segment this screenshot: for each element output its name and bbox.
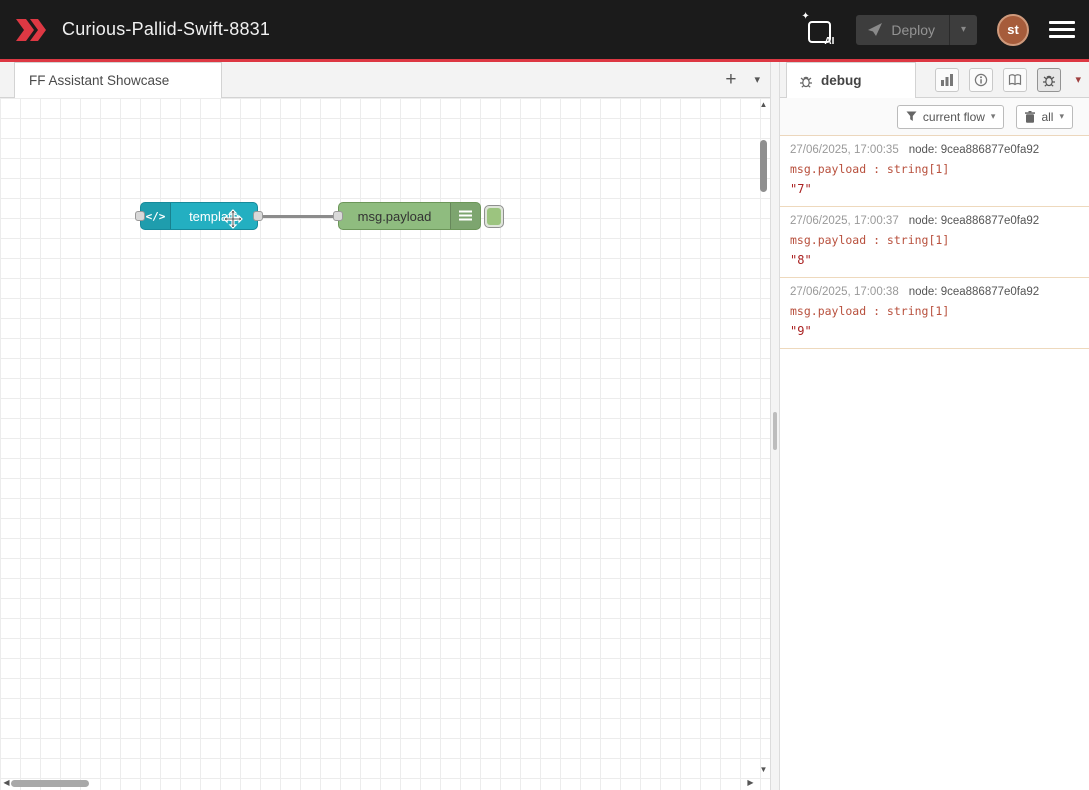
deploy-options-chevron[interactable]: ▾: [949, 15, 977, 45]
sidebar-tab-debug-icon[interactable]: [1037, 68, 1061, 92]
sidebar-tabbar: debug: [780, 62, 1089, 98]
debug-message[interactable]: 27/06/2025, 17:00:35 node: 9cea886877e0f…: [780, 136, 1089, 207]
message-timestamp: 27/06/2025, 17:00:37: [790, 215, 899, 227]
debug-message[interactable]: 27/06/2025, 17:00:37 node: 9cea886877e0f…: [780, 207, 1089, 278]
deploy-label: Deploy: [891, 22, 935, 38]
sidebar-resize-handle[interactable]: [770, 62, 780, 790]
sidebar: debug: [780, 62, 1089, 790]
deploy-icon: [868, 23, 883, 36]
message-node-id: node: 9cea886877e0fa92: [909, 286, 1039, 298]
sidebar-tab-debug[interactable]: debug: [786, 62, 916, 98]
add-flow-button[interactable]: +: [725, 70, 736, 89]
debug-list-icon: [450, 203, 480, 229]
bug-icon: [799, 74, 813, 88]
message-value: "7": [790, 182, 1079, 196]
main-menu-button[interactable]: [1049, 21, 1075, 38]
message-path[interactable]: msg.payload : string[1]: [790, 162, 1079, 176]
debug-message-list: 27/06/2025, 17:00:35 node: 9cea886877e0f…: [780, 136, 1089, 790]
template-output-port[interactable]: [253, 211, 263, 221]
scroll-right-arrow[interactable]: ▶: [744, 776, 757, 790]
instance-title: Curious-Pallid-Swift-8831: [62, 19, 270, 40]
message-value: "8": [790, 253, 1079, 267]
ai-assistant-button[interactable]: ✦ AI: [802, 13, 836, 47]
node-debug-label: msg.payload: [339, 203, 450, 229]
flow-canvas[interactable]: </> template msg.payload: [0, 98, 770, 790]
debug-input-port[interactable]: [333, 211, 343, 221]
header-actions: ✦ AI Deploy ▾ st: [802, 13, 1075, 47]
debug-toolbar: current flow ▾ all ▾: [780, 98, 1089, 136]
node-debug[interactable]: msg.payload: [338, 202, 481, 230]
info-icon: [974, 73, 988, 87]
resize-grip[interactable]: [773, 412, 777, 450]
workspace-tabbar: FF Assistant Showcase + ▾: [0, 62, 770, 98]
template-input-port[interactable]: [135, 211, 145, 221]
canvas-vertical-scrollbar[interactable]: ▲ ▼: [757, 98, 770, 776]
vertical-scroll-thumb[interactable]: [760, 140, 767, 192]
chevron-down-icon: ▾: [1059, 111, 1064, 122]
message-node-id: node: 9cea886877e0fa92: [909, 215, 1039, 227]
book-icon: [1008, 73, 1022, 87]
app-header: Curious-Pallid-Swift-8831 ✦ AI Deploy ▾ …: [0, 0, 1089, 59]
sidebar-tab-info[interactable]: [969, 68, 993, 92]
user-avatar[interactable]: st: [997, 14, 1029, 46]
message-node-id: node: 9cea886877e0fa92: [909, 144, 1039, 156]
bar-chart-icon: [940, 73, 954, 87]
sparkle-icon: ✦: [801, 11, 809, 22]
sidebar-tab-help[interactable]: [1003, 68, 1027, 92]
message-path[interactable]: msg.payload : string[1]: [790, 304, 1079, 318]
workspace: FF Assistant Showcase + ▾ </> template m…: [0, 62, 770, 790]
trash-icon: [1025, 111, 1035, 123]
move-cursor-icon: [223, 209, 243, 234]
wire-template-to-debug[interactable]: [262, 215, 340, 218]
scroll-down-arrow[interactable]: ▼: [757, 763, 770, 776]
message-timestamp: 27/06/2025, 17:00:35: [790, 144, 899, 156]
debug-enable-toggle[interactable]: [484, 205, 504, 228]
chevron-down-icon: ▾: [991, 111, 996, 122]
deploy-button[interactable]: Deploy ▾: [856, 15, 977, 45]
sidebar-tab-dashboard[interactable]: [935, 68, 959, 92]
workspace-tab-ff-assistant-showcase[interactable]: FF Assistant Showcase: [14, 62, 222, 98]
message-path[interactable]: msg.payload : string[1]: [790, 233, 1079, 247]
code-icon: </>: [141, 203, 171, 229]
debug-message[interactable]: 27/06/2025, 17:00:38 node: 9cea886877e0f…: [780, 278, 1089, 349]
flowfuse-logo-icon[interactable]: [14, 16, 50, 44]
debug-clear-button[interactable]: all ▾: [1016, 105, 1073, 129]
bug-icon: [1042, 73, 1056, 87]
message-value: "9": [790, 324, 1079, 338]
horizontal-scroll-thumb[interactable]: [11, 780, 89, 787]
node-template-label: template: [171, 203, 257, 229]
sidebar-tab-debug-label: debug: [821, 73, 862, 88]
debug-filter-button[interactable]: current flow ▾: [897, 105, 1005, 129]
flow-list-chevron[interactable]: ▾: [754, 73, 760, 86]
scroll-up-arrow[interactable]: ▲: [757, 98, 770, 111]
sidebar-menu-chevron[interactable]: ▾: [1075, 73, 1081, 86]
message-timestamp: 27/06/2025, 17:00:38: [790, 286, 899, 298]
canvas-horizontal-scrollbar[interactable]: ◀ ▶: [0, 776, 757, 790]
funnel-icon: [906, 111, 917, 122]
